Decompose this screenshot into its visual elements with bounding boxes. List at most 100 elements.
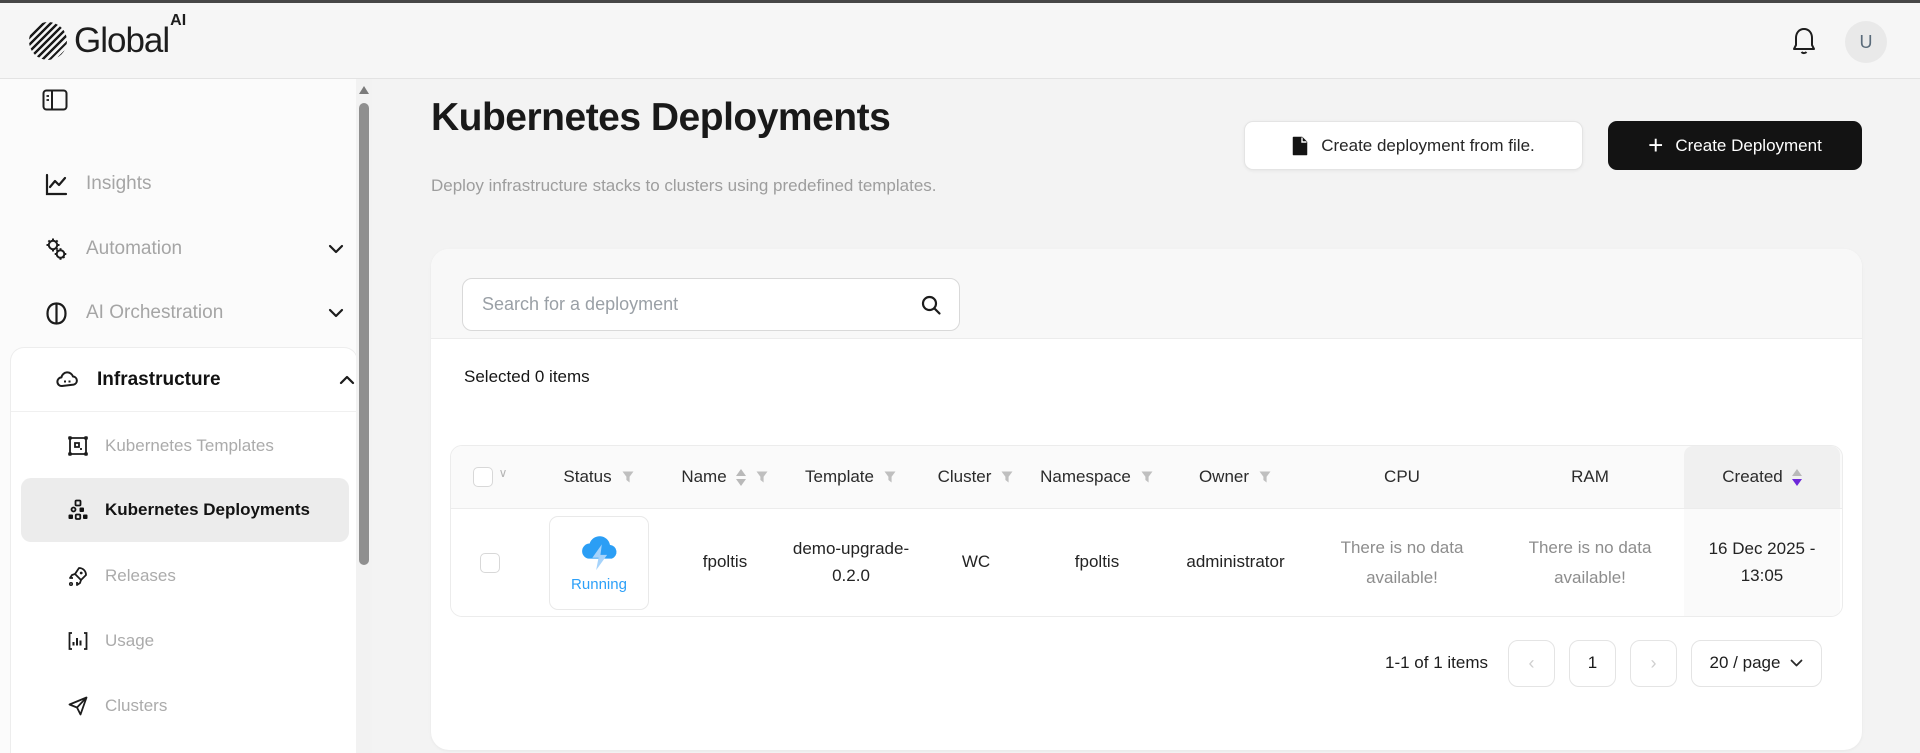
gears-icon [44,237,69,262]
sidebar-item-infrastructure[interactable]: Infrastructure [11,348,357,412]
deployment-name: fpoltis [703,549,747,575]
chevron-down-icon [328,308,344,318]
column-label: Template [805,467,874,487]
sidebar-item-label: Automation [86,238,182,260]
filter-funnel-icon[interactable] [1140,470,1154,484]
filter-funnel-icon[interactable] [883,470,897,484]
column-header-owner[interactable]: Owner [1163,446,1308,508]
sidebar-item-label: Releases [105,566,176,586]
table-header-row: ∨ Status Name Template Cluster [451,446,1842,509]
deployment-namespace: fpoltis [1075,549,1119,575]
sort-descending-icon[interactable] [1792,469,1802,486]
create-from-file-label: Create deployment from file. [1321,136,1535,156]
filter-funnel-icon[interactable] [621,470,635,484]
scrollbar-thumb[interactable] [359,103,369,565]
deployment-template: demo-upgrade-0.2.0 [788,536,914,589]
sidebar-item-kubernetes-templates[interactable]: Kubernetes Templates [11,414,357,478]
status-badge[interactable]: Running [549,516,649,610]
column-header-status[interactable]: Status [529,446,669,508]
column-label: Status [563,467,611,487]
create-deployment-label: Create Deployment [1675,136,1821,156]
logo-word: Global [74,21,169,60]
page-size-select[interactable]: 20 / page [1691,640,1822,687]
select-options-chevron-icon[interactable]: ∨ [499,466,508,480]
logo-superscript: AI [170,12,186,29]
sort-icon[interactable] [736,469,746,486]
table-row[interactable]: Running fpoltis demo-upgrade-0.2.0 WC fp… [451,509,1842,616]
sidebar-item-automation[interactable]: Automation [0,217,356,281]
deployments-table: ∨ Status Name Template Cluster [450,445,1843,617]
select-all-header-cell: ∨ [451,446,529,508]
user-avatar[interactable]: U [1845,21,1887,63]
cloud-lightning-icon [576,532,622,572]
column-label: Cluster [938,467,992,487]
column-header-namespace[interactable]: Namespace [1031,446,1163,508]
select-all-checkbox[interactable] [473,467,493,487]
column-header-cpu[interactable]: CPU [1308,446,1496,508]
avatar-initial: U [1860,32,1873,53]
column-header-cluster[interactable]: Cluster [921,446,1031,508]
row-select-cell [451,509,529,616]
search-box [462,278,960,331]
sidebar-item-usage[interactable]: Usage [11,609,357,673]
page-title: Kubernetes Deployments [431,96,890,140]
sidebar-item-label: Kubernetes Templates [105,436,274,456]
line-chart-icon [44,172,69,197]
deployment-owner: administrator [1186,549,1284,575]
column-label: Name [681,467,726,487]
file-icon [1292,136,1308,156]
pagination-prev-button[interactable]: ‹ [1508,640,1555,687]
column-header-template[interactable]: Template [781,446,921,508]
column-label: Created [1722,467,1782,487]
sidebar-item-ai-orchestration[interactable]: AI Orchestration [0,281,356,345]
column-label: CPU [1384,467,1420,487]
create-deployment-button[interactable]: + Create Deployment [1608,121,1862,170]
pagination-page-1-button[interactable]: 1 [1569,640,1616,687]
cpu-no-data-text: There is no data available! [1322,533,1482,593]
sidebar-scrollbar[interactable] [356,79,372,753]
brain-icon [44,301,69,326]
sidebar-item-kubernetes-deployments[interactable]: Kubernetes Deployments [11,478,357,542]
row-status-cell: Running [529,509,669,616]
sidebar-item-label: Kubernetes Deployments [105,500,310,520]
sidebar-collapse-icon[interactable] [42,89,68,111]
row-cpu-cell: There is no data available! [1308,509,1496,616]
filter-funnel-icon[interactable] [1000,470,1014,484]
cloud-icon [55,367,80,392]
column-label: Owner [1199,467,1249,487]
page-size-value: 20 / page [1710,653,1781,673]
row-created-cell: 16 Dec 2025 - 13:05 [1684,509,1840,616]
plus-icon: + [1648,135,1663,155]
search-input[interactable] [463,294,920,315]
sidebar-item-insights[interactable]: Insights [0,152,356,216]
top-navbar: GlobalAI U [0,3,1920,79]
chevron-down-icon [328,244,344,254]
paper-plane-icon [67,695,89,717]
status-label: Running [571,576,627,593]
chevron-up-icon [339,375,355,385]
sidebar: Insights Automation AI Orchestration [0,79,372,753]
usage-bars-icon [67,630,89,652]
row-checkbox[interactable] [480,553,500,573]
logo-globe-icon [29,22,67,60]
notifications-bell-icon[interactable] [1790,26,1818,56]
search-section [431,249,1862,339]
pagination: 1-1 of 1 items ‹ 1 › 20 / page [1385,639,1822,687]
app-root: GlobalAI U Insights [0,0,1920,753]
sidebar-item-label: Clusters [105,696,167,716]
pagination-next-button[interactable]: › [1630,640,1677,687]
scrollbar-up-arrow[interactable] [359,86,369,94]
column-header-ram[interactable]: RAM [1496,446,1684,508]
sidebar-item-clusters[interactable]: Clusters [11,674,357,738]
filter-funnel-icon[interactable] [1258,470,1272,484]
column-header-created[interactable]: Created [1684,446,1840,508]
create-deployment-from-file-button[interactable]: Create deployment from file. [1244,121,1583,170]
chevron-down-icon [1790,659,1803,667]
sidebar-item-releases[interactable]: Releases [11,544,357,608]
page-subtitle: Deploy infrastructure stacks to clusters… [431,176,937,196]
search-icon[interactable] [920,294,942,316]
column-header-name[interactable]: Name [669,446,781,508]
filter-funnel-icon[interactable] [755,470,769,484]
app-logo[interactable]: GlobalAI [29,21,185,61]
template-frame-icon [67,435,89,457]
